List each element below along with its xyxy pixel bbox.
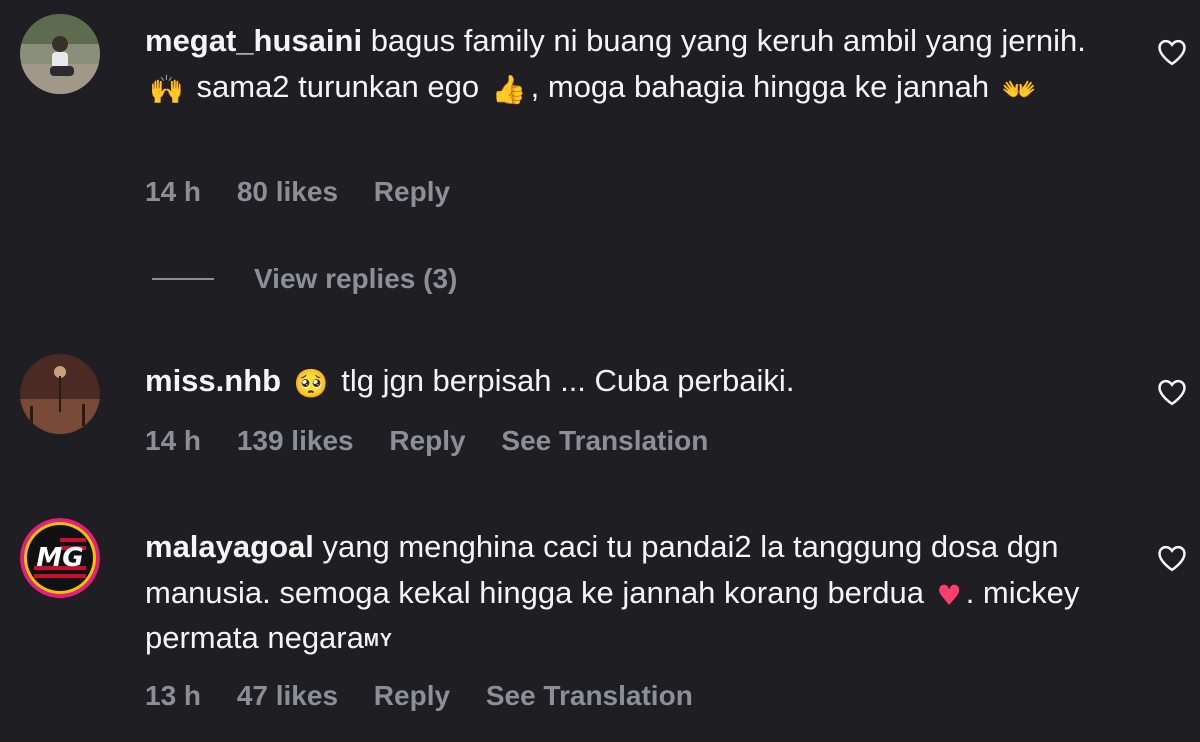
heart-icon[interactable] — [1157, 38, 1187, 66]
raised-hands-icon: 🙌 — [149, 72, 184, 106]
comment-username[interactable]: malayagoal — [145, 529, 314, 564]
divider-line — [152, 278, 214, 280]
comment-username[interactable]: megat_husaini — [145, 23, 362, 58]
pleading-face-icon: 🥺 — [293, 367, 329, 400]
reply-button[interactable]: Reply — [374, 176, 450, 207]
avatar-logo-text: MG — [36, 543, 83, 573]
reply-button[interactable]: Reply — [374, 680, 450, 711]
red-heart-icon: ♥ — [936, 578, 962, 612]
comment-username[interactable]: miss.nhb — [145, 363, 281, 398]
avatar-photo — [20, 354, 100, 434]
comment-body: sama2 turunkan ego — [196, 68, 480, 104]
comment-body: tlg jgn berpisah ... Cuba perbaiki. — [341, 363, 795, 398]
thumbs-up-icon: 👍 — [491, 72, 527, 106]
heart-icon[interactable] — [1157, 544, 1187, 572]
comment-time: 14 h — [145, 425, 202, 456]
likes-count[interactable]: 139 likes — [237, 425, 354, 456]
comment-text: miss.nhb 🥺 tlg jgn berpisah ... Cuba per… — [145, 358, 1105, 404]
comment-meta: 13 h 47 likes Reply See Translation — [145, 680, 721, 712]
see-translation-button[interactable]: See Translation — [501, 425, 708, 456]
reply-button[interactable]: Reply — [389, 425, 465, 456]
see-translation-button[interactable]: See Translation — [486, 680, 693, 711]
flag-badge: MY — [363, 630, 393, 650]
avatar[interactable]: MG — [20, 518, 100, 598]
comment-time: 13 h — [145, 680, 202, 711]
likes-count[interactable]: 47 likes — [237, 680, 338, 711]
likes-count[interactable]: 80 likes — [237, 176, 338, 207]
avatar[interactable] — [20, 14, 100, 94]
view-replies-button[interactable]: View replies (3) — [152, 262, 457, 296]
open-hands-icon: 👐 — [1001, 72, 1037, 106]
comment-time: 14 h — [145, 176, 202, 207]
comment-body: , moga bahagia hingga ke jannah — [530, 68, 990, 104]
comment-text: megat_husaini bagus family ni buang yang… — [145, 18, 1105, 109]
comment-meta: 14 h 139 likes Reply See Translation — [145, 425, 736, 457]
avatar[interactable] — [20, 354, 100, 434]
view-replies-label: View replies (3) — [254, 263, 458, 294]
comment-text: malayagoal yang menghina caci tu pandai2… — [145, 524, 1105, 664]
avatar-logo: MG — [20, 518, 100, 598]
comment-body: bagus family ni buang yang keruh ambil y… — [370, 23, 1086, 58]
heart-icon[interactable] — [1157, 378, 1187, 406]
comment-meta: 14 h 80 likes Reply — [145, 176, 478, 208]
avatar-photo — [20, 14, 100, 94]
